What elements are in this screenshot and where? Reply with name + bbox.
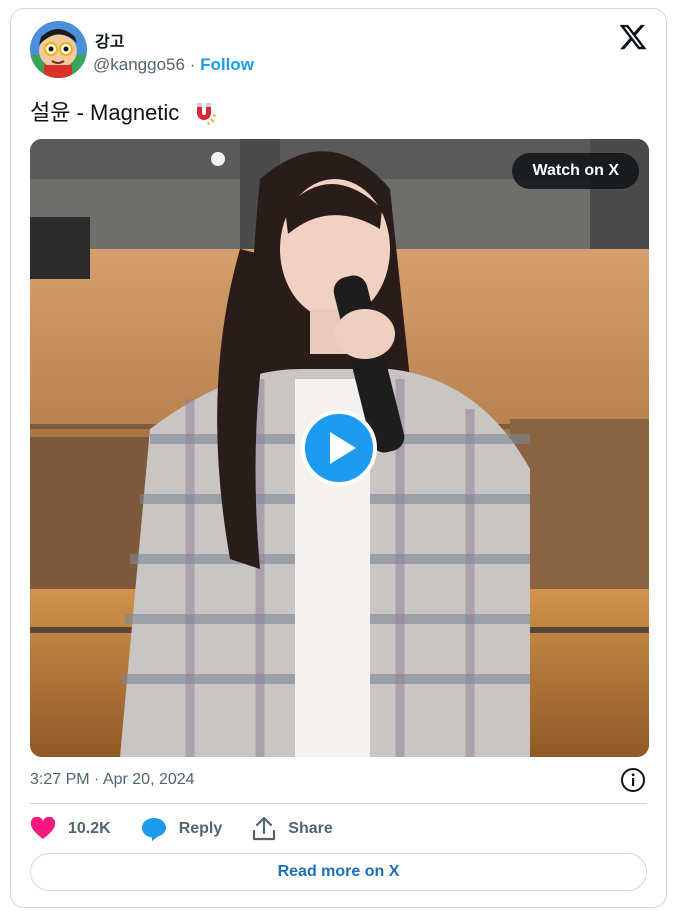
action-bar: 10.2K Reply Share	[30, 815, 333, 843]
like-count: 10.2K	[68, 820, 111, 837]
reply-button[interactable]: Reply	[141, 816, 223, 842]
divider	[30, 803, 647, 804]
follow-button[interactable]: Follow	[200, 55, 254, 74]
like-button[interactable]: 10.2K	[30, 817, 111, 841]
info-icon[interactable]	[620, 767, 646, 793]
play-icon[interactable]	[300, 409, 378, 487]
share-button[interactable]: Share	[252, 816, 333, 842]
reply-bubble-icon	[141, 818, 166, 841]
reply-label: Reply	[178, 820, 223, 837]
author-handle-line: @kanggo56 · Follow	[93, 55, 254, 75]
author-handle[interactable]: @kanggo56	[93, 55, 185, 74]
share-upload-icon	[253, 816, 276, 841]
tweet-text: 설윤 - Magnetic	[30, 100, 180, 125]
embedded-tweet-card: 강고 @kanggo56 · Follow 설윤 - Magnetic Watc…	[10, 8, 667, 908]
x-logo-icon[interactable]	[618, 22, 648, 52]
heart-icon	[30, 817, 56, 839]
separator-dot: ·	[189, 55, 196, 74]
video-thumbnail[interactable]: Watch on X	[30, 139, 649, 757]
author-name[interactable]: 강고	[95, 28, 124, 52]
watch-on-x-button[interactable]: Watch on X	[512, 153, 639, 189]
tweet-timestamp[interactable]: 3:27 PM · Apr 20, 2024	[30, 771, 195, 789]
share-label: Share	[288, 820, 333, 837]
read-more-button[interactable]: Read more on X	[30, 853, 647, 891]
magnet-icon	[191, 99, 217, 131]
avatar[interactable]	[30, 21, 87, 78]
tweet-text-line: 설윤 - Magnetic	[30, 95, 217, 131]
